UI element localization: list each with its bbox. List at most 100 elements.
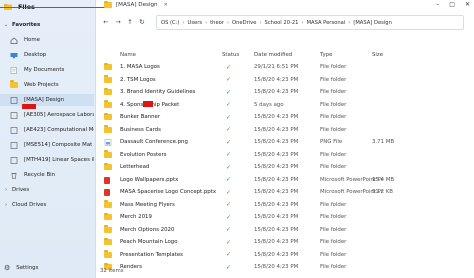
breadcrumb-item[interactable]: MASA Personal [307, 20, 346, 26]
sidebar-favorites-header[interactable]: ⌄ Favorites [0, 19, 94, 31]
folder-icon [104, 225, 112, 235]
cell-name: Bunker Banner [120, 114, 161, 121]
documents-icon [10, 66, 18, 74]
cell-name: Merch Options 2020 [120, 226, 175, 233]
cell-type: PNG File [320, 139, 343, 146]
image-file-icon [104, 139, 112, 148]
title-bar: [MASA] Design ✕ – □ ✕ [96, 0, 474, 10]
settings-button[interactable]: ⚙ Settings [4, 264, 38, 272]
item-count: 32 items [100, 268, 124, 274]
cell-name: MASA Spacerise Logo Concept.pptx [120, 189, 217, 196]
sync-check-icon: ✓ [226, 88, 232, 96]
table-row[interactable]: Presentation Templates ✓ 15/8/20 4:23 PM Fi… [96, 249, 474, 262]
folder-icon [104, 250, 112, 260]
table-row[interactable]: Dassault Conference.png ✓ 15/8/20 4:23 PM P… [96, 136, 474, 149]
breadcrumb-item[interactable]: theor [210, 20, 224, 26]
table-row[interactable]: Letterhead ✓ 15/8/20 4:23 PM File folder [96, 161, 474, 174]
sync-check-icon: ✓ [226, 213, 232, 221]
folder-icon [104, 0, 112, 8]
sidebar-item-ae423[interactable]: [AE423] Computational Me [0, 124, 94, 136]
table-row[interactable]: Mass Meeting Flyers ✓ 15/8/20 4:23 PM File … [96, 199, 474, 212]
sync-check-icon: ✓ [226, 251, 232, 259]
sidebar-item-label: [MTH419] Linear Spaces & [24, 157, 94, 163]
table-row[interactable]: Business Cards ✓ 15/8/20 4:23 PM File folde… [96, 124, 474, 137]
sidebar-cloud-drives-header[interactable]: › Cloud Drives [0, 199, 94, 211]
cell-date: 15/8/20 4:23 PM [254, 114, 299, 121]
sidebar-item-mse514[interactable]: [MSE514] Composite Mat [0, 139, 94, 151]
cell-name: Dassault Conference.png [120, 139, 188, 146]
sidebar-item-masa-design[interactable]: [MASA] Design [0, 94, 94, 106]
sidebar-item-home[interactable]: Home [0, 34, 94, 46]
sync-check-icon: ✓ [226, 188, 232, 196]
main-pane: [MASA] Design ✕ – □ ✕ ← → ↑ ↻ OS (C:) › U… [96, 0, 474, 278]
cell-type: File folder [320, 126, 347, 133]
table-row[interactable]: Logo Wallpapers.pptx ✓ 15/8/20 4:23 PM Micr… [96, 174, 474, 187]
cell-type: File folder [320, 251, 347, 258]
cell-type: File folder [320, 89, 347, 96]
column-header-date[interactable]: Date modified [254, 52, 292, 58]
table-row[interactable]: Merch 2019 ✓ 15/8/20 4:23 PM File folder [96, 211, 474, 224]
maximize-button[interactable]: □ [449, 1, 455, 8]
folder-icon [104, 237, 112, 247]
sync-check-icon: ✓ [226, 113, 232, 121]
sidebar-item-desktop[interactable]: Desktop [0, 49, 94, 61]
home-icon [10, 37, 18, 44]
table-row[interactable]: Evolution Posters ✓ 15/8/20 4:23 PM File fo… [96, 149, 474, 162]
cell-type: File folder [320, 114, 347, 121]
refresh-icon[interactable]: ↻ [136, 18, 148, 26]
table-row[interactable]: 3. Brand Identity Guidelines ✓ 15/8/20 4:2… [96, 86, 474, 99]
cell-date: 5 days ago [254, 101, 284, 108]
folder-icon [104, 75, 112, 85]
cell-name: Mass Meeting Flyers [120, 201, 175, 208]
table-row[interactable]: 1. MASA Logos ✓ 29/1/21 6:51 PM File folder [96, 61, 474, 74]
table-row[interactable]: 4. Sponsorship Packet✓5 days agoFile fol… [96, 99, 474, 112]
breadcrumb-item[interactable]: OS (C:) [161, 20, 179, 26]
sidebar-item-my-documents[interactable]: My Documents [0, 64, 94, 76]
table-row[interactable]: Peach Mountain Logo ✓ 15/8/20 4:23 PM File … [96, 236, 474, 249]
minimize-button[interactable]: – [436, 1, 439, 8]
cell-date: 15/8/20 4:23 PM [254, 251, 299, 258]
column-header-size[interactable]: Size [372, 52, 383, 58]
folder-icon [104, 125, 112, 135]
cell-type: File folder [320, 76, 347, 83]
table-row[interactable]: Merch Options 2020 ✓ 15/8/20 4:23 PM File f… [96, 224, 474, 237]
up-arrow-icon[interactable]: ↑ [124, 18, 136, 26]
sidebar-item-label: Web Projects [24, 82, 59, 88]
column-header-status[interactable]: Status [222, 52, 239, 58]
recycle-bin-icon [10, 172, 18, 179]
close-icon[interactable]: ✕ [164, 2, 168, 8]
cell-date: 15/8/20 4:23 PM [254, 239, 299, 246]
column-header-type[interactable]: Type [320, 52, 332, 58]
tab-masa-design[interactable]: [MASA] Design ✕ [104, 0, 168, 8]
breadcrumb-item[interactable]: School 20-21 [265, 20, 299, 26]
sidebar-item-ae305[interactable]: [AE305] Aerospace Laborat [0, 109, 94, 121]
breadcrumb-item[interactable]: Users [188, 20, 203, 26]
sidebar-drives-header[interactable]: › Drives [0, 184, 94, 196]
sidebar-item-web-projects[interactable]: Web Projects [0, 79, 94, 91]
sync-check-icon: ✓ [226, 238, 232, 246]
sync-check-icon: ✓ [226, 76, 232, 84]
table-row[interactable]: Bunker Banner ✓ 15/8/20 4:23 PM File folder [96, 111, 474, 124]
close-window-button[interactable]: ✕ [465, 1, 470, 8]
breadcrumb-item[interactable]: OneDrive [232, 20, 256, 26]
forward-arrow-icon[interactable]: → [112, 18, 124, 26]
red-annotation-line [0, 7, 105, 8]
sync-check-icon: ✓ [226, 176, 232, 184]
table-row[interactable]: 2. TSM Logos ✓ 15/8/20 4:23 PM File folder [96, 74, 474, 87]
powerpoint-icon [104, 189, 110, 198]
column-header-name[interactable]: Name [120, 52, 136, 58]
sidebar-item-mth419[interactable]: [MTH419] Linear Spaces & [0, 154, 94, 166]
cell-type: File folder [320, 239, 347, 246]
sidebar-item-recycle-bin[interactable]: Recycle Bin [0, 169, 94, 181]
toolbar [96, 32, 474, 44]
breadcrumb[interactable]: OS (C:) › Users › theor › OneDrive › School … [156, 15, 464, 30]
sync-check-icon: ✓ [226, 126, 232, 134]
navigation-bar: ← → ↑ ↻ OS (C:) › Users › theor › OneDrive ›… [96, 14, 474, 30]
cell-size: 51.2 KB [372, 189, 393, 196]
back-arrow-icon[interactable]: ← [100, 18, 112, 26]
cell-type: File folder [320, 164, 347, 171]
table-row[interactable]: MASA Spacerise Logo Concept.pptx ✓ 15/8/20… [96, 186, 474, 199]
table-row[interactable]: Renders ✓ 15/8/20 4:23 PM File folder [96, 261, 474, 274]
breadcrumb-item[interactable]: [MASA] Design [353, 20, 392, 26]
sidebar-item-label: Home [24, 37, 40, 43]
